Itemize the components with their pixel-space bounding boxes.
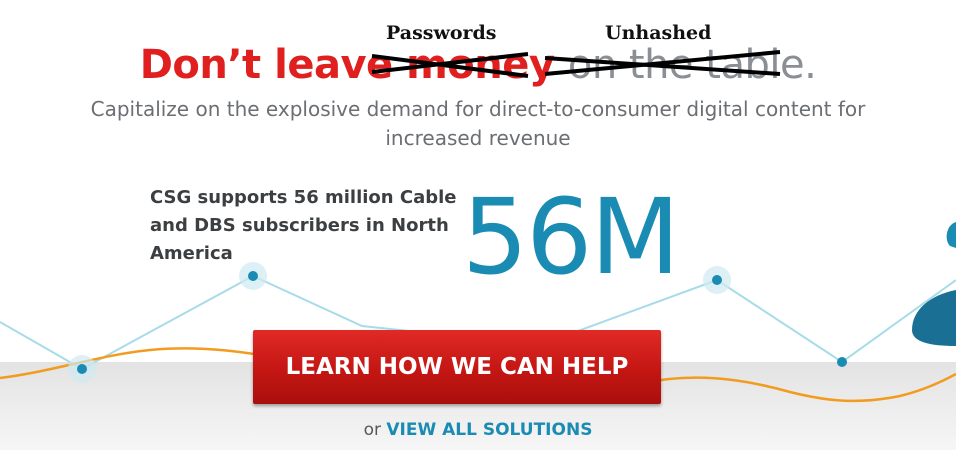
annotation-passwords: Passwords [386,22,497,44]
trend-node-3 [703,266,731,294]
headline-period: . [804,42,817,88]
stat-number: 56M [462,176,680,298]
learn-how-we-can-help-button[interactable]: LEARN HOW WE CAN HELP [253,330,661,404]
headline-trailing: on the table [567,42,805,88]
headline-struck-word: money [406,42,555,88]
view-all-solutions-link[interactable]: VIEW ALL SOLUTIONS [386,420,592,440]
headline: Don’t leave money on the table. [0,42,956,88]
stat-description: CSG supports 56 million Cable and DBS su… [150,187,457,264]
trend-node-4 [837,357,847,367]
subtitle: Capitalize on the explosive demand for d… [90,97,866,150]
annotation-unhashed: Unhashed [605,22,712,44]
footer-line: or VIEW ALL SOLUTIONS [0,420,956,440]
trend-node-1 [68,355,96,383]
footer-prefix: or [363,420,381,440]
headline-prefix: Don’t leave [139,42,393,88]
